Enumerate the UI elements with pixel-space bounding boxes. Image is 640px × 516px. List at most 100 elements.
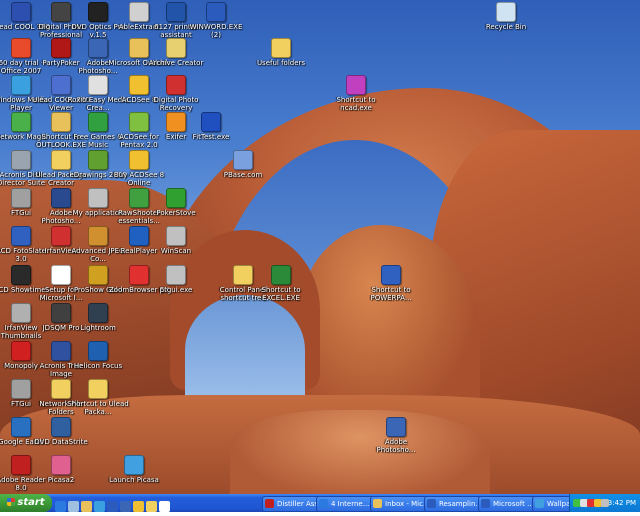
desktop-icon[interactable]: DVD DataStrite	[30, 417, 92, 446]
google-earth-icon	[11, 417, 31, 437]
buy-icon	[129, 150, 149, 170]
desktop: Ulead COOL 360Digital Photo Professional…	[0, 0, 640, 494]
app-icon	[88, 188, 108, 208]
desktop-icon-label: PBase.com	[223, 171, 263, 179]
desktop-icon[interactable]: Launch Picasa	[103, 455, 165, 484]
thumbnails-icon	[11, 303, 31, 323]
desktop-icon-label: Shortcut to Ulead Packa...	[67, 400, 129, 416]
desktop-icon[interactable]: Shortcut to POWERPA...	[360, 265, 422, 302]
media-player-icon	[11, 75, 31, 95]
outlook-icon[interactable]	[81, 501, 92, 512]
ie-icon[interactable]	[55, 501, 66, 512]
photoshop-icon	[88, 38, 108, 58]
desktop-icon[interactable]: FitTest.exe	[180, 112, 242, 141]
helicon-icon	[88, 341, 108, 361]
ptgui-icon	[166, 265, 186, 285]
word-icon	[427, 499, 436, 508]
taskbar-button-label: Resamplin...	[439, 500, 483, 508]
winscan-icon	[166, 226, 186, 246]
desktop-icon-label: FitTest.exe	[192, 133, 230, 141]
office-icon	[11, 38, 31, 58]
desktop-icon-label: WinScan	[160, 247, 192, 255]
start-label: start	[17, 497, 45, 508]
windows-logo-icon	[7, 498, 16, 506]
desktop-icon[interactable]: Shortcut to Ulead Packa...	[67, 379, 129, 416]
powerpoint-icon	[381, 265, 401, 285]
desktop-icon[interactable]: Useful folders	[250, 38, 312, 67]
taskbar-button-label: Inbox - Mic...	[385, 500, 430, 508]
network-icon	[11, 112, 31, 132]
desktop-icon[interactable]: Shortcut to ncad.exe	[325, 75, 387, 112]
desktop-icon[interactable]: Buy ACDSee 8 Online	[108, 150, 170, 187]
roxio-icon	[88, 75, 108, 95]
pokerstove-icon	[166, 188, 186, 208]
dvd-data-icon	[51, 417, 71, 437]
outlook-icon	[373, 499, 382, 508]
desktop-icon[interactable]: Adobe Photosho...	[365, 417, 427, 454]
desktop-icon[interactable]: PBase.com	[212, 150, 274, 179]
pbase-icon	[233, 150, 253, 170]
desktop-icon[interactable]: Recycle Bin	[475, 2, 537, 31]
paint-icon	[535, 499, 544, 508]
chevron-icon[interactable]	[159, 501, 170, 512]
word-icon	[206, 2, 226, 22]
desktop-icon-label: PokerStove	[156, 209, 196, 217]
taskbar-button-label: 4 Interne...	[331, 500, 370, 508]
photoshop-icon	[386, 417, 406, 437]
acronis-icon	[11, 150, 31, 170]
shortcut-icon	[346, 75, 366, 95]
desktop-icon-label: Shortcut to POWERPA...	[370, 286, 412, 302]
monopoly-icon	[11, 341, 31, 361]
desktop-icon-label: DVD DataStrite	[34, 438, 88, 446]
quick-launch	[55, 497, 172, 512]
proshow-icon	[88, 265, 108, 285]
showtime-icon	[11, 265, 31, 285]
printer-icon	[166, 2, 186, 22]
desktop-icon[interactable]: WINWORD.EXE (2)	[185, 2, 247, 39]
reader-icon	[11, 455, 31, 475]
games-icon	[88, 112, 108, 132]
desktop-icon[interactable]: Digital Photo Recovery	[145, 75, 207, 112]
show-desktop-icon[interactable]	[68, 501, 79, 512]
ftgui-icon	[11, 188, 31, 208]
desktop-icon-label: Shortcut to ncad.exe	[336, 96, 376, 112]
photoshop-icon[interactable]	[120, 501, 131, 512]
desktop-icon[interactable]: WinScan	[145, 226, 207, 255]
word-icon[interactable]	[107, 501, 118, 512]
taskbar: start Distiller Ass... 4 Interne... Inbox …	[0, 494, 640, 512]
ie-icon	[319, 499, 328, 508]
desktop-icon[interactable]: PokerStove	[145, 188, 207, 217]
archive-icon	[166, 38, 186, 58]
edrawings-icon	[88, 150, 108, 170]
desktop-icon-label: Adobe Photosho...	[376, 438, 416, 454]
desktop-icon[interactable]: Archive Creator	[145, 38, 207, 67]
folder-icon	[271, 38, 291, 58]
acdsee-icon[interactable]	[133, 501, 144, 512]
desktop-icon-label: Archive Creator	[148, 59, 204, 67]
desktop-icon[interactable]: ptgui.exe	[145, 265, 207, 294]
desktop-icon-label: WINWORD.EXE (2)	[189, 23, 243, 39]
desktop-icon-label: Buy ACDSee 8 Online	[113, 171, 165, 187]
clock[interactable]: 3:42 PM	[608, 494, 636, 512]
fotoslate-icon	[11, 226, 31, 246]
folder-icon	[88, 379, 108, 399]
antivirus-icon[interactable]	[601, 499, 609, 507]
recycle-bin-icon	[496, 2, 516, 22]
explorer-icon[interactable]	[146, 501, 157, 512]
word-icon	[481, 499, 490, 508]
desktop-icon[interactable]: Helicon Focus	[67, 341, 129, 370]
wallpaper-boulders	[230, 410, 490, 494]
desktop-icon-label: Digital Photo Recovery	[153, 96, 199, 112]
desktop-icon-label: Useful folders	[256, 59, 306, 67]
taskbar-button-label: Microsoft ...	[493, 500, 534, 508]
media-player-icon[interactable]	[94, 501, 105, 512]
desktop-icon[interactable]: Lightroom	[67, 303, 129, 332]
wallpaper-small-opening	[185, 295, 305, 405]
excel-icon	[271, 265, 291, 285]
start-button[interactable]: start	[0, 494, 52, 512]
desktop-icon[interactable]: Shortcut to EXCEL.EXE	[250, 265, 312, 302]
desktop-icon-label: Picasa2	[47, 476, 75, 484]
desktop-icon-label: Recycle Bin	[485, 23, 527, 31]
desktop-icon[interactable]: Picasa2	[30, 455, 92, 484]
distiller-icon	[265, 499, 274, 508]
